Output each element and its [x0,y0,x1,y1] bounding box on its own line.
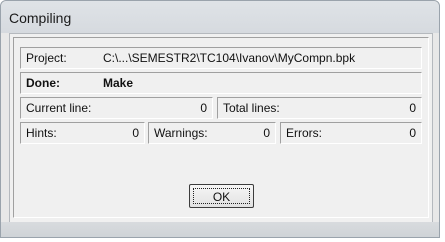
errors-panel: Errors: 0 [280,122,422,144]
done-value: Make [103,76,134,90]
errors-value: 0 [409,126,416,140]
project-label: Project: [26,51,67,65]
compiling-dialog: Compiling Project: C:\...\SEMESTR2\TC104… [0,0,440,238]
window-bottom-border [1,222,439,237]
window-title: Compiling [9,10,72,26]
title-bar[interactable]: Compiling [1,1,439,33]
ok-button-label: OK [193,188,250,204]
current-line-panel: Current line: 0 [20,97,213,119]
errors-label: Errors: [286,126,322,140]
hints-label: Hints: [26,126,57,140]
dialog-body: Project: C:\...\SEMESTR2\TC104\Ivanov\My… [9,33,433,223]
hints-value: 0 [132,126,139,140]
project-panel: Project: C:\...\SEMESTR2\TC104\Ivanov\My… [20,47,422,69]
done-label: Done: [26,76,60,90]
total-lines-panel: Total lines: 0 [217,97,422,119]
total-lines-value: 0 [409,101,416,115]
project-path: C:\...\SEMESTR2\TC104\Ivanov\MyCompn.bpk [103,51,356,65]
warnings-value: 0 [263,126,270,140]
current-line-value: 0 [200,101,207,115]
hints-panel: Hints: 0 [20,122,145,144]
status-panel: Done: Make [20,72,422,94]
warnings-label: Warnings: [154,126,208,140]
ok-button[interactable]: OK [189,184,254,208]
warnings-panel: Warnings: 0 [148,122,276,144]
current-line-label: Current line: [26,101,92,115]
total-lines-label: Total lines: [223,101,280,115]
